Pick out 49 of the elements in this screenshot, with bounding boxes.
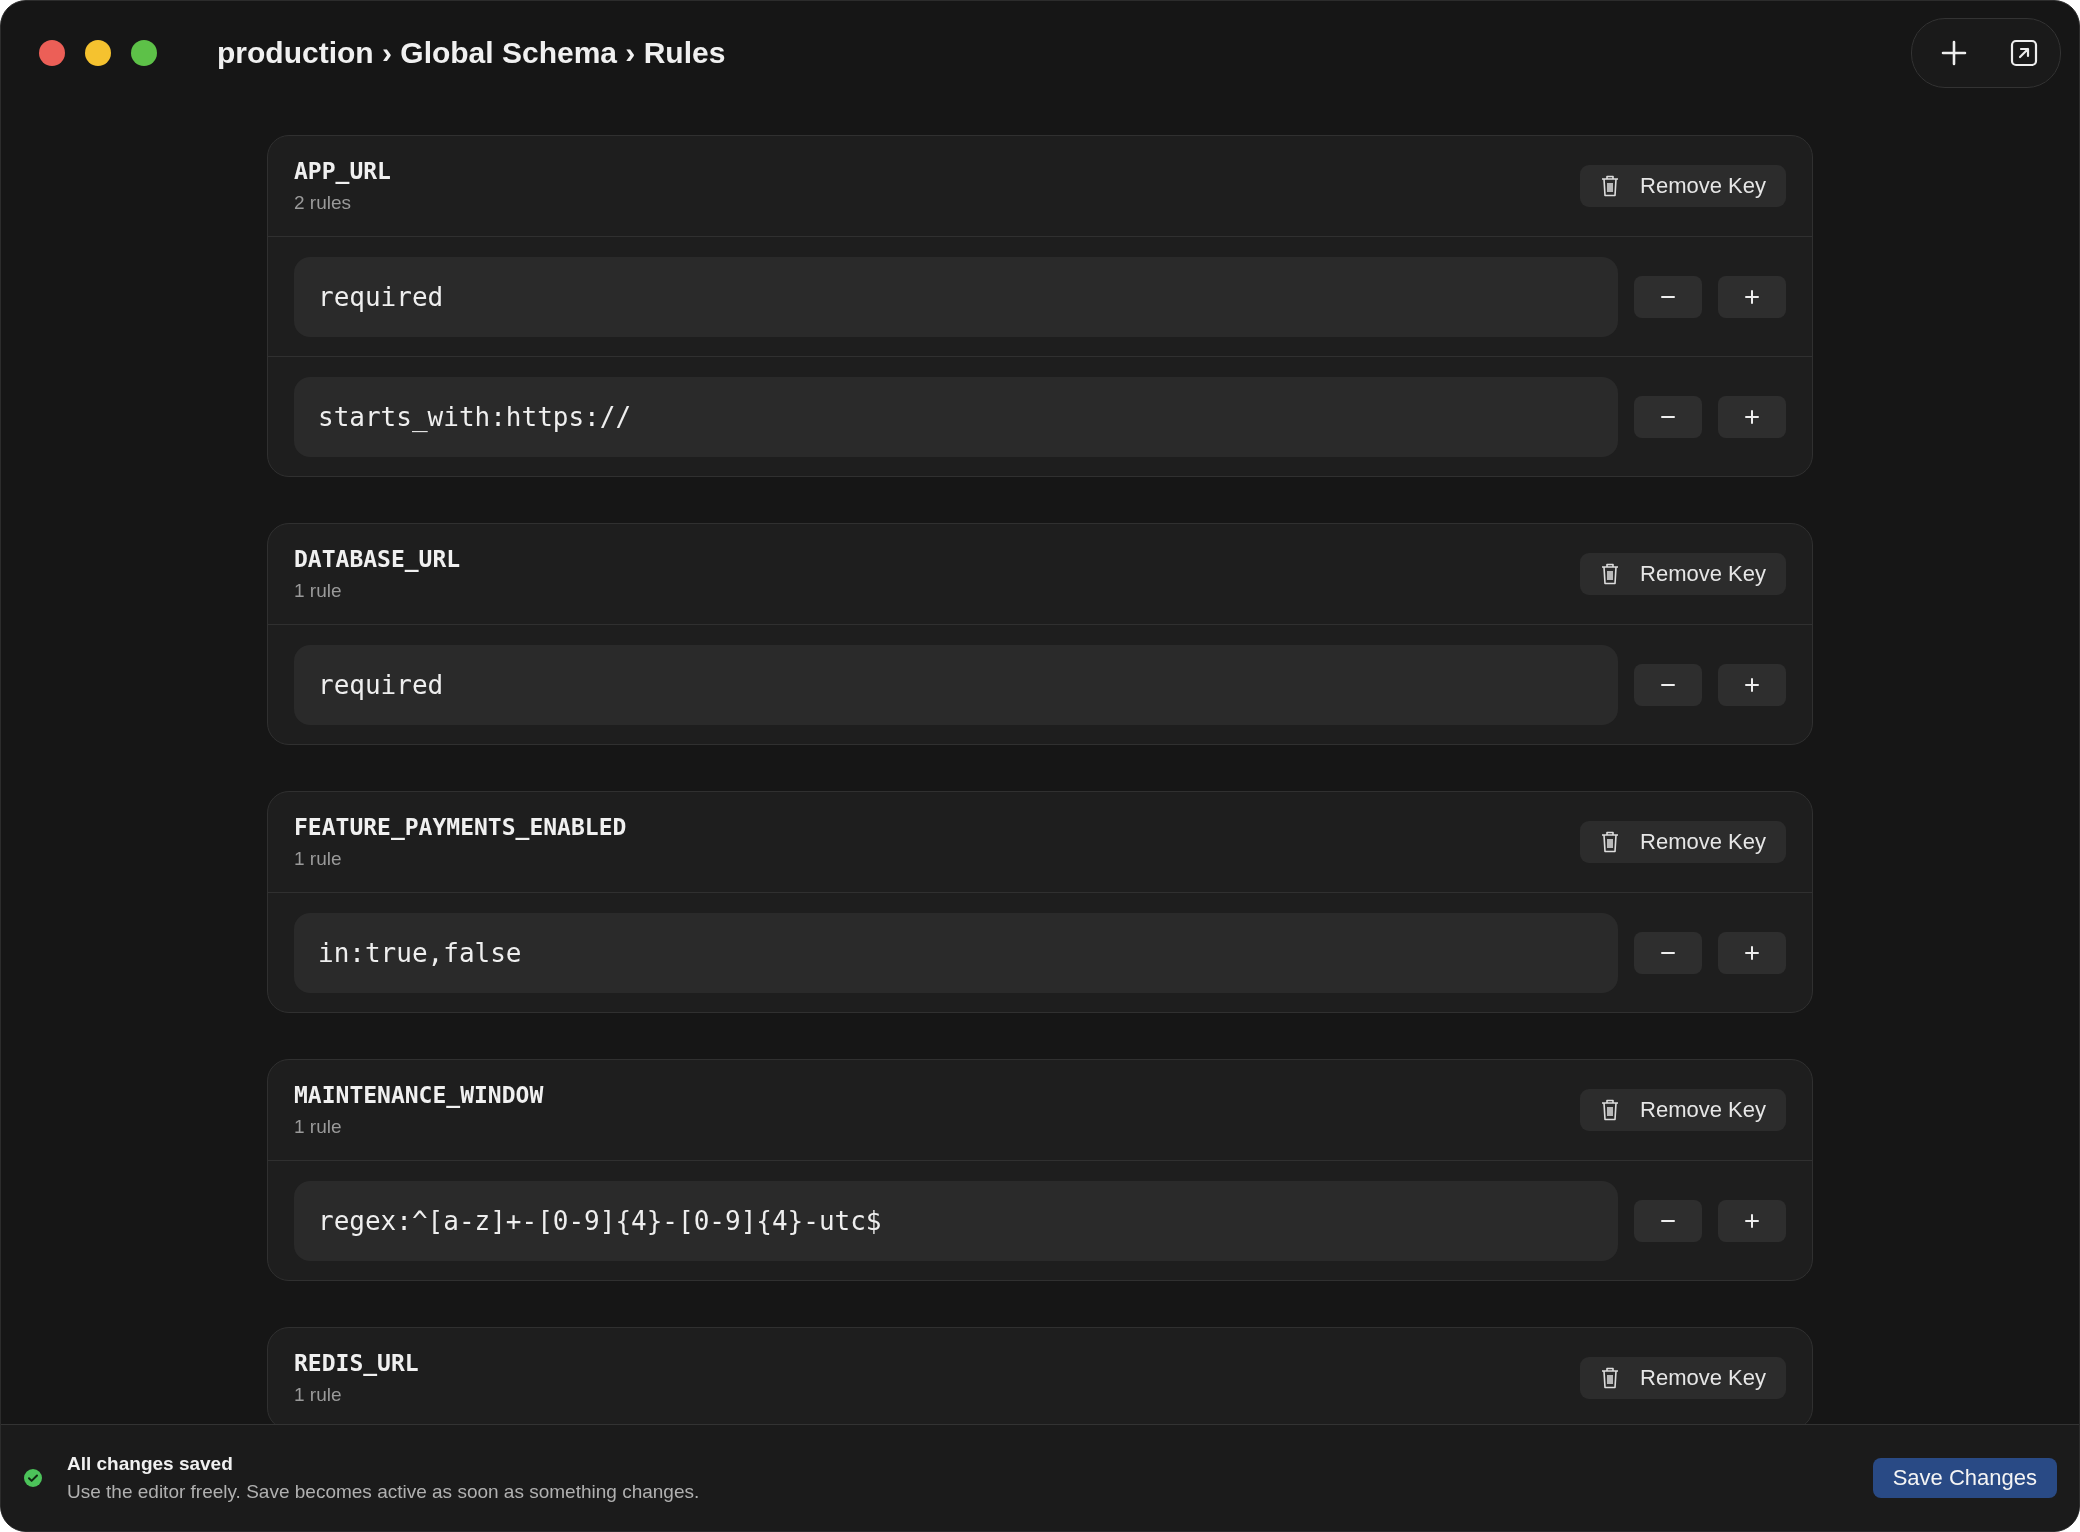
remove-key-button[interactable]: Remove Key [1580, 1357, 1786, 1399]
minus-icon [1661, 951, 1675, 954]
add-rule-button[interactable] [1718, 663, 1786, 706]
trash-icon [1600, 830, 1621, 854]
add-rule-button[interactable] [1718, 931, 1786, 974]
rule-count: 1 rule [294, 848, 343, 870]
rule-field[interactable]: regex:^[a-z]+-[0-9]{4}-[0-9]{4}-utc$ [294, 1180, 1618, 1261]
minus-icon [1661, 683, 1675, 686]
key-name: APP_URL [294, 158, 391, 184]
minus-icon [1661, 1219, 1675, 1222]
key-name: DATABASE_URL [294, 546, 461, 572]
remove-rule-button[interactable] [1634, 395, 1702, 438]
breadcrumb: production › Global Schema › Rules [217, 36, 726, 70]
rule-field[interactable]: in:true,false [294, 912, 1618, 993]
trash-icon [1600, 1098, 1621, 1122]
close-button[interactable] [39, 40, 65, 66]
open-external-icon[interactable] [2008, 37, 2040, 69]
remove-key-button[interactable]: Remove Key [1580, 165, 1786, 207]
rule-count: 2 rules [294, 192, 353, 214]
remove-key-button[interactable]: Remove Key [1580, 821, 1786, 863]
rule-count: 1 rule [294, 580, 343, 602]
save-button[interactable]: Save Changes [1872, 1458, 2057, 1498]
rule-field[interactable]: required [294, 644, 1618, 725]
status-message: Use the editor freely. Save becomes active as soon as something changes. [67, 1481, 700, 1503]
rule-field[interactable]: starts_with:https:// [294, 376, 1618, 457]
add-rule-button[interactable] [1718, 275, 1786, 318]
remove-rule-button[interactable] [1634, 663, 1702, 706]
rule-count: 1 rule [294, 1384, 343, 1406]
trash-icon [1600, 1366, 1621, 1390]
key-name: FEATURE_PAYMENTS_ENABLED [294, 814, 627, 840]
trash-icon [1600, 562, 1621, 586]
remove-key-button[interactable]: Remove Key [1580, 1089, 1786, 1131]
minimize-button[interactable] [85, 40, 111, 66]
remove-key-button[interactable]: Remove Key [1580, 553, 1786, 595]
trash-icon [1600, 174, 1621, 198]
key-name: REDIS_URL [294, 1350, 419, 1376]
check-icon [23, 1468, 43, 1488]
remove-rule-button[interactable] [1634, 1199, 1702, 1242]
zoom-button[interactable] [131, 40, 157, 66]
key-name: MAINTENANCE_WINDOW [294, 1082, 544, 1108]
remove-rule-button[interactable] [1634, 275, 1702, 318]
add-rule-button[interactable] [1718, 1199, 1786, 1242]
add-rule-button[interactable] [1718, 395, 1786, 438]
remove-rule-button[interactable] [1634, 931, 1702, 974]
minus-icon [1661, 415, 1675, 418]
rule-field[interactable]: required [294, 256, 1618, 337]
status-title: All changes saved [67, 1453, 234, 1475]
minus-icon [1661, 295, 1675, 298]
rule-count: 1 rule [294, 1116, 343, 1138]
